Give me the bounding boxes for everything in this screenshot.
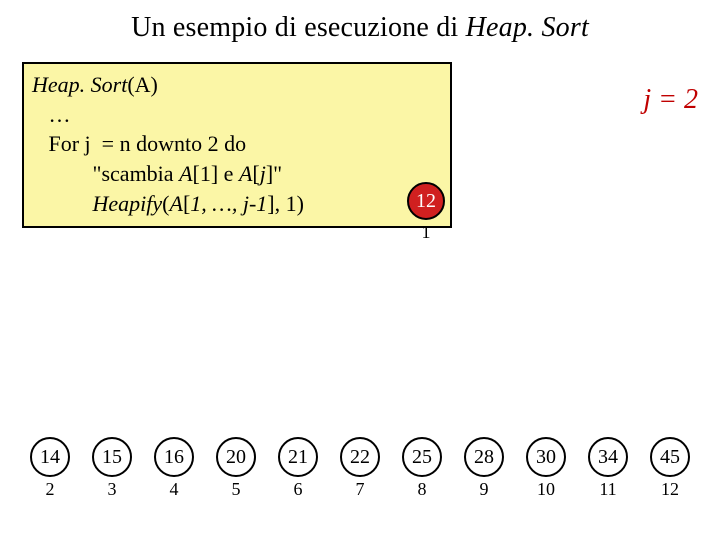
heap-root-circle: 12 — [407, 182, 445, 220]
array-cell: 289 — [464, 437, 504, 500]
array-cell-index: 12 — [661, 479, 679, 500]
array-cell: 227 — [340, 437, 380, 500]
array-cell: 258 — [402, 437, 442, 500]
array-cell-circle: 20 — [216, 437, 256, 477]
heap-root-node: 12 1 — [407, 182, 445, 243]
array-cell-index: 10 — [537, 479, 555, 500]
array-cell-circle: 16 — [154, 437, 194, 477]
code-line-4: "scambia A[1] e A[j]" — [32, 159, 442, 189]
array-cell-index: 11 — [599, 479, 616, 500]
j-value-label: j = 2 — [643, 84, 698, 116]
array-cell-circle: 34 — [588, 437, 628, 477]
pseudocode-box: Heap. Sort(A) … For j = n downto 2 do "s… — [22, 62, 452, 228]
array-cell: 153 — [92, 437, 132, 500]
array-cell: 3411 — [588, 437, 628, 500]
array-cell-circle: 30 — [526, 437, 566, 477]
array-cell-circle: 14 — [30, 437, 70, 477]
array-cell-circle: 28 — [464, 437, 504, 477]
array-cell: 3010 — [526, 437, 566, 500]
array-cell-circle: 22 — [340, 437, 380, 477]
array-row: 142153164205216227258289301034114512 — [0, 437, 720, 500]
array-cell-circle: 15 — [92, 437, 132, 477]
array-cell-circle: 25 — [402, 437, 442, 477]
array-cell-index: 8 — [418, 479, 427, 500]
code-line-1: Heap. Sort(A) — [32, 70, 442, 100]
heap-root-index: 1 — [407, 222, 445, 243]
array-cell-circle: 21 — [278, 437, 318, 477]
code-line-3: For j = n downto 2 do — [32, 129, 442, 159]
array-cell-index: 3 — [108, 479, 117, 500]
array-cell-index: 7 — [356, 479, 365, 500]
page-title: Un esempio di esecuzione di Heap. Sort — [0, 0, 720, 44]
title-algorithm: Heap. Sort — [466, 12, 589, 43]
array-cell-circle: 45 — [650, 437, 690, 477]
array-cell: 142 — [30, 437, 70, 500]
array-cell: 205 — [216, 437, 256, 500]
code-line-5: Heapify(A[1, …, j-1], 1) — [32, 189, 442, 219]
array-cell-index: 5 — [232, 479, 241, 500]
array-cell: 4512 — [650, 437, 690, 500]
array-cell-index: 9 — [480, 479, 489, 500]
array-cell: 164 — [154, 437, 194, 500]
array-cell-index: 6 — [294, 479, 303, 500]
array-cell: 216 — [278, 437, 318, 500]
array-cell-index: 4 — [170, 479, 179, 500]
array-cell-index: 2 — [46, 479, 55, 500]
title-prefix: Un esempio di esecuzione di — [131, 12, 466, 43]
code-line-2: … — [32, 100, 442, 130]
